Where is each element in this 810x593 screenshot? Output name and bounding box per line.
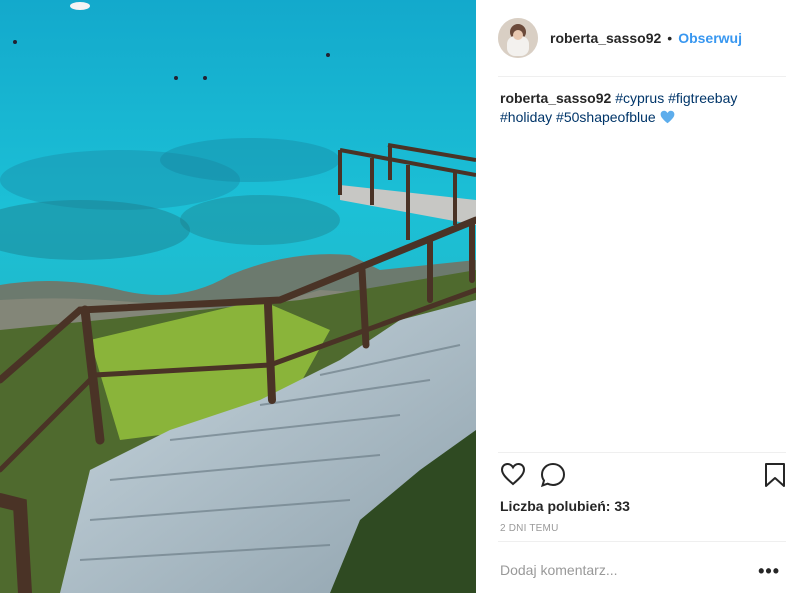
header-separator: • bbox=[667, 30, 673, 46]
post-photo-image bbox=[0, 0, 476, 593]
header-divider bbox=[498, 76, 786, 77]
more-options-icon[interactable]: ••• bbox=[758, 561, 780, 582]
hashtag-holiday[interactable]: #holiday bbox=[500, 109, 552, 125]
caption-username[interactable]: roberta_sasso92 bbox=[500, 90, 611, 106]
avatar[interactable] bbox=[498, 18, 538, 58]
comment-input[interactable]: Dodaj komentarz... bbox=[500, 562, 618, 578]
post-details-panel: roberta_sasso92 • Obserwuj roberta_sasso… bbox=[476, 0, 810, 593]
hashtag-50shapeofblue[interactable]: #50shapeofblue bbox=[556, 109, 656, 125]
follow-button[interactable]: Obserwuj bbox=[678, 30, 742, 46]
actions-divider bbox=[498, 452, 786, 453]
post-caption: roberta_sasso92 #cyprus #figtreebay #hol… bbox=[500, 89, 790, 129]
post-actions-bar bbox=[500, 462, 786, 490]
post-timestamp[interactable]: 2 DNI TEMU bbox=[500, 523, 559, 534]
likes-count[interactable]: Liczba polubień: 33 bbox=[500, 498, 630, 514]
heart-outline-icon[interactable] bbox=[500, 462, 526, 491]
post-photo[interactable] bbox=[0, 0, 476, 593]
blue-heart-icon bbox=[660, 110, 675, 129]
speech-bubble-icon[interactable] bbox=[540, 462, 566, 493]
username-link[interactable]: roberta_sasso92 bbox=[550, 30, 661, 46]
comment-divider bbox=[498, 541, 786, 542]
hashtag-cyprus[interactable]: #cyprus bbox=[615, 90, 664, 106]
post-header: roberta_sasso92 • Obserwuj bbox=[498, 16, 786, 60]
hashtag-figtreebay[interactable]: #figtreebay bbox=[668, 90, 737, 106]
bookmark-icon[interactable] bbox=[764, 462, 786, 493]
